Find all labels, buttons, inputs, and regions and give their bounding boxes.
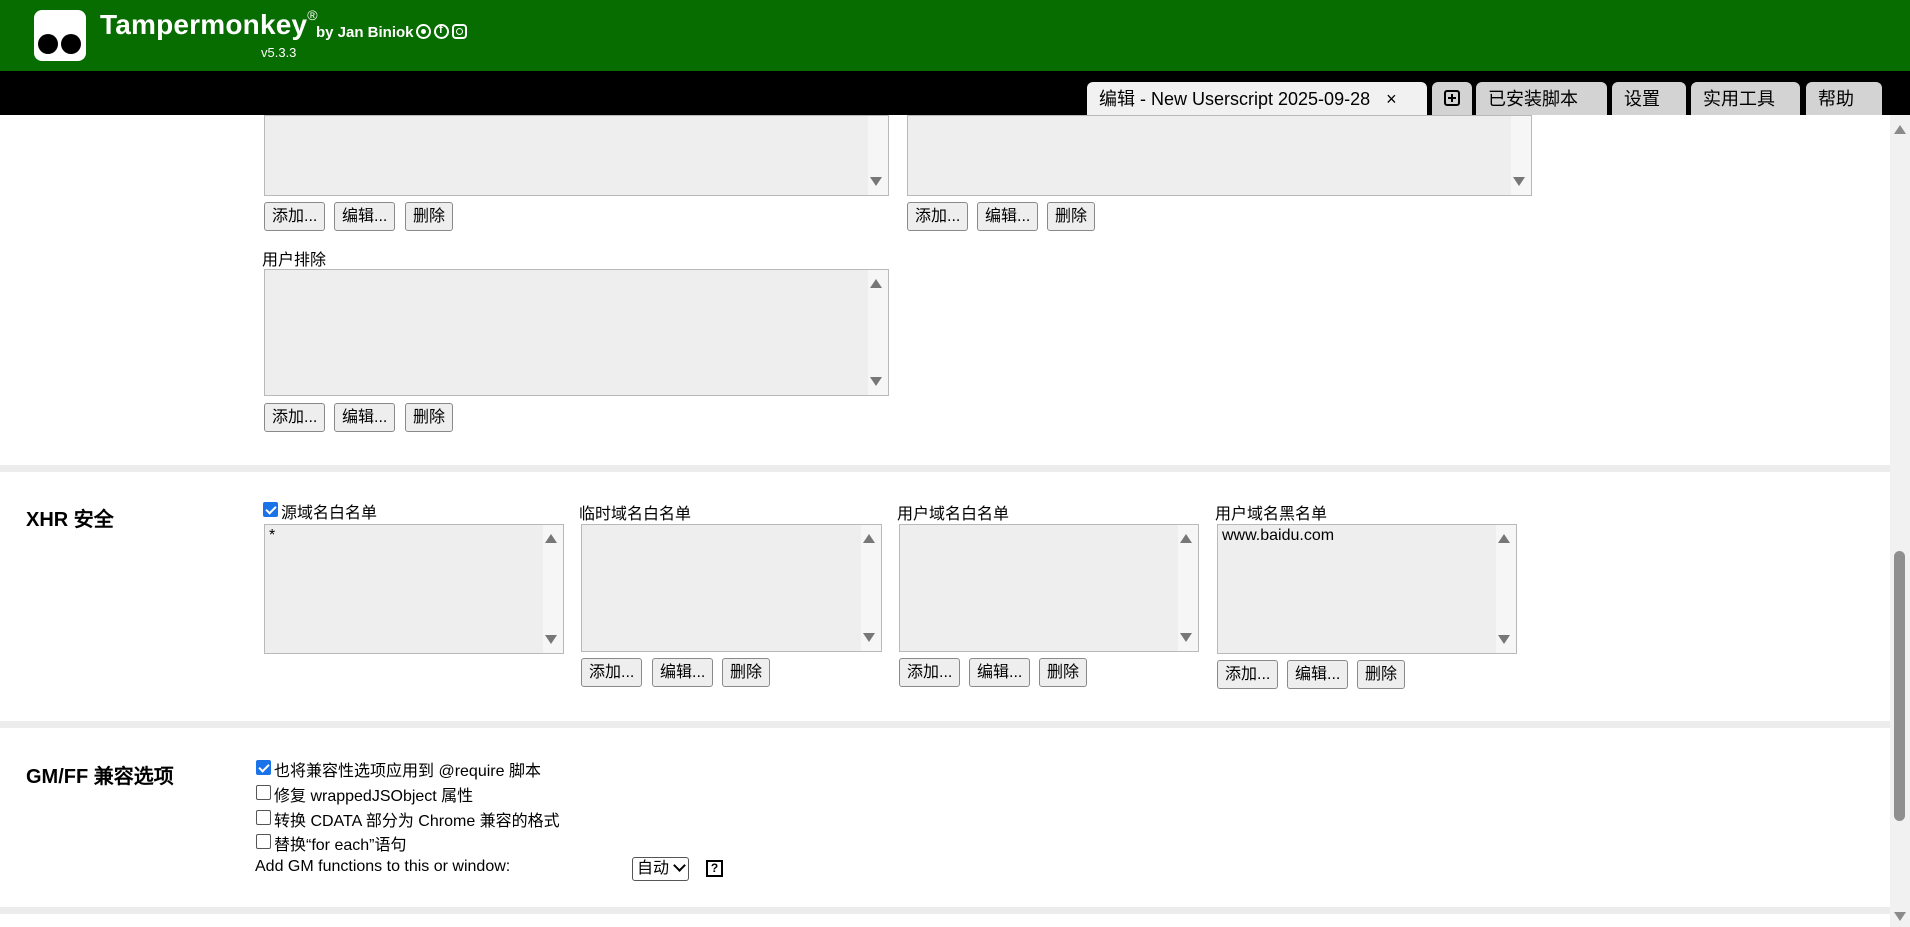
- list-item[interactable]: *: [269, 527, 559, 545]
- delete-button[interactable]: 删除: [1039, 658, 1088, 687]
- replace-for-each-checkbox[interactable]: [256, 834, 271, 849]
- gm-functions-select[interactable]: 自动: [632, 857, 690, 881]
- scroll-up-icon[interactable]: [1180, 534, 1192, 543]
- delete-button[interactable]: 删除: [1047, 202, 1096, 231]
- github-icon[interactable]: [416, 24, 431, 39]
- match-list[interactable]: [907, 115, 1532, 196]
- section-divider: [0, 907, 1890, 914]
- page-scrollbar[interactable]: [1890, 115, 1910, 927]
- social-links: [416, 24, 470, 43]
- user-blacklist-label: 用户域名黑名单: [1215, 506, 1328, 523]
- edit-button[interactable]: 编辑...: [969, 658, 1031, 687]
- tab-new-script[interactable]: [1432, 82, 1472, 115]
- gm-functions-value: 自动: [637, 860, 670, 877]
- tab-help[interactable]: 帮助: [1806, 82, 1882, 115]
- include-list[interactable]: [264, 115, 889, 196]
- tab-utilities[interactable]: 实用工具: [1691, 82, 1800, 115]
- list-scrollbar[interactable]: [1496, 525, 1516, 653]
- scroll-up-icon[interactable]: [870, 279, 882, 288]
- chevron-down-icon: [673, 859, 686, 872]
- list-scrollbar[interactable]: [543, 525, 563, 653]
- source-whitelist-label: 源域名白名单: [281, 505, 378, 522]
- edit-button[interactable]: 编辑...: [1287, 660, 1349, 689]
- gm-ff-compat-title: GM/FF 兼容选项: [26, 766, 174, 788]
- delete-button[interactable]: 删除: [1357, 660, 1406, 689]
- list-item[interactable]: www.baidu.com: [1222, 527, 1512, 545]
- apply-to-require-checkbox[interactable]: [256, 760, 271, 775]
- close-icon[interactable]: ×: [1386, 89, 1397, 109]
- delete-button[interactable]: 删除: [405, 202, 454, 231]
- scroll-up-icon[interactable]: [863, 534, 875, 543]
- scroll-down-icon[interactable]: [1513, 177, 1525, 186]
- fix-wrappedjsobject-checkbox[interactable]: [256, 785, 271, 800]
- convert-cdata-checkbox[interactable]: [256, 810, 271, 825]
- delete-button[interactable]: 删除: [722, 658, 771, 687]
- scroll-down-icon[interactable]: [870, 177, 882, 186]
- instagram-icon[interactable]: [452, 24, 467, 39]
- app-name: Tampermonkey®: [100, 7, 318, 40]
- tab-bar: 编辑 - New Userscript 2025-09-28 × 已安装脚本 设置…: [0, 71, 1910, 115]
- add-button[interactable]: 添加...: [264, 403, 326, 432]
- edit-button[interactable]: 编辑...: [652, 658, 714, 687]
- user-exclude-list[interactable]: [264, 269, 889, 396]
- replace-for-each-label: 替换“for each”语句: [274, 837, 407, 854]
- tab-editor[interactable]: 编辑 - New Userscript 2025-09-28 ×: [1087, 82, 1427, 115]
- add-button[interactable]: 添加...: [899, 658, 961, 687]
- convert-cdata-label: 转换 CDATA 部分为 Chrome 兼容的格式: [274, 813, 560, 830]
- help-icon[interactable]: ?: [706, 860, 723, 877]
- scroll-up-icon[interactable]: [1894, 125, 1906, 134]
- settings-content: 添加... 编辑... 删除 添加... 编辑... 删除 用户排除 添加...…: [0, 115, 1890, 927]
- scroll-down-icon[interactable]: [1894, 912, 1906, 921]
- delete-button[interactable]: 删除: [405, 403, 454, 432]
- source-whitelist-checkbox[interactable]: [263, 502, 278, 517]
- scroll-down-icon[interactable]: [545, 635, 557, 644]
- tampermonkey-logo[interactable]: [34, 10, 86, 61]
- fix-wrappedjsobject-label: 修复 wrappedJSObject 属性: [274, 788, 474, 805]
- user-whitelist-list[interactable]: [899, 524, 1199, 652]
- xhr-security-title: XHR 安全: [26, 509, 114, 531]
- edit-button[interactable]: 编辑...: [334, 202, 396, 231]
- user-exclude-label: 用户排除: [262, 252, 327, 269]
- scrollbar-thumb[interactable]: [1894, 551, 1905, 821]
- section-divider: [0, 465, 1890, 472]
- tab-editor-label: 编辑 - New Userscript 2025-09-28: [1099, 89, 1371, 109]
- apply-to-require-label: 也将兼容性选项应用到 @require 脚本: [274, 763, 541, 780]
- user-whitelist-label: 用户域名白名单: [897, 506, 1010, 523]
- scroll-down-icon[interactable]: [1180, 633, 1192, 642]
- add-button[interactable]: 添加...: [907, 202, 969, 231]
- app-header: Tampermonkey® by Jan Biniok v5.3.3: [0, 0, 1910, 71]
- edit-button[interactable]: 编辑...: [977, 202, 1039, 231]
- section-divider: [0, 721, 1890, 728]
- source-whitelist-list[interactable]: *: [264, 524, 564, 654]
- scroll-down-icon[interactable]: [870, 377, 882, 386]
- temp-whitelist-label: 临时域名白名单: [579, 506, 692, 523]
- add-button[interactable]: 添加...: [1217, 660, 1279, 689]
- user-blacklist-list[interactable]: www.baidu.com: [1217, 524, 1517, 654]
- add-button[interactable]: 添加...: [581, 658, 643, 687]
- version-label: v5.3.3: [261, 45, 297, 60]
- tab-installed-scripts[interactable]: 已安装脚本: [1476, 82, 1607, 115]
- tab-settings[interactable]: 设置: [1612, 82, 1686, 115]
- scroll-down-icon[interactable]: [1498, 635, 1510, 644]
- author-byline: by Jan Biniok: [316, 24, 414, 41]
- scroll-down-icon[interactable]: [863, 633, 875, 642]
- scroll-up-icon[interactable]: [545, 534, 557, 543]
- plus-square-icon: [1444, 90, 1460, 107]
- facebook-icon[interactable]: [434, 24, 449, 39]
- add-button[interactable]: 添加...: [264, 202, 326, 231]
- edit-button[interactable]: 编辑...: [334, 403, 396, 432]
- gm-functions-label: Add GM functions to this or window:: [255, 858, 511, 875]
- logo-eye-left: [38, 34, 58, 54]
- temp-whitelist-list[interactable]: [581, 524, 882, 652]
- logo-eye-right: [61, 34, 81, 54]
- scroll-up-icon[interactable]: [1498, 534, 1510, 543]
